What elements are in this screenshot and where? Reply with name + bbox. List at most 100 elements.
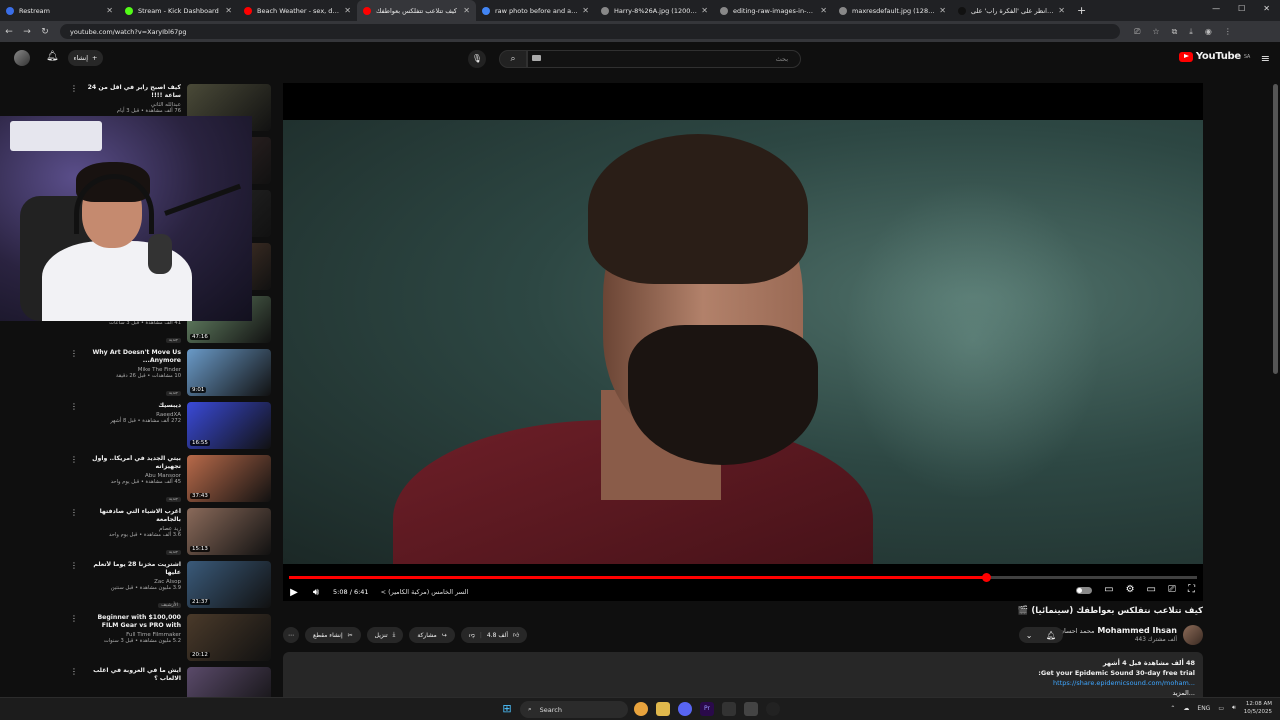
like-count[interactable]: 4.8 ألف xyxy=(487,632,508,639)
browser-tab[interactable]: editing-raw-images-in-dpp-1-1 ✕ xyxy=(714,0,833,21)
app-icon[interactable] xyxy=(722,702,736,716)
create-button[interactable]: إنشاء + xyxy=(68,50,103,66)
guide-menu-icon[interactable]: ≡ xyxy=(1261,52,1270,65)
browser-tab[interactable]: Stream - Kick Dashboard ✕ xyxy=(119,0,238,21)
clock[interactable]: 12:08 AM 10/5/2025 xyxy=(1244,700,1272,716)
progress-scrubber[interactable] xyxy=(982,573,992,582)
page-scrollbar[interactable] xyxy=(1273,84,1278,374)
reload-icon[interactable]: ↻ xyxy=(36,27,54,37)
chevron-up-icon[interactable]: ⌃ xyxy=(1170,705,1175,712)
progress-bar[interactable] xyxy=(289,573,1197,582)
video-thumbnail[interactable]: 16:55 xyxy=(187,402,271,449)
new-tab-icon[interactable]: + xyxy=(1071,4,1092,17)
more-options-icon[interactable]: ⋮ xyxy=(70,349,78,358)
fullscreen-icon[interactable]: ⛶ xyxy=(1188,584,1195,595)
share-button[interactable]: مشاركة ↪ xyxy=(409,627,455,643)
video-title[interactable]: اشتريت مخزناً 28 يوماً لأتعلم عليها xyxy=(81,561,181,577)
chapter-title[interactable]: < السر الخامس (مركبة الكامير) xyxy=(381,588,469,596)
cast-icon[interactable]: ⎚ xyxy=(1168,584,1176,595)
more-options-icon[interactable]: ⋮ xyxy=(70,561,78,570)
volume-icon[interactable]: 🔊︎ xyxy=(305,587,327,598)
video-title[interactable]: ديبسيك xyxy=(81,402,181,410)
close-tab-icon[interactable]: ✕ xyxy=(820,6,827,15)
settings-gear-icon[interactable]: ⚙ xyxy=(1126,584,1135,595)
video-title[interactable]: كيف اصبح رابر في اقل من 24 ساعة !!!! xyxy=(81,84,181,100)
download-icon[interactable]: ⤓ xyxy=(1189,27,1193,37)
video-title[interactable]: Why Art Doesn't Move Us Anymore... xyxy=(81,349,181,365)
browser-tab[interactable]: raw photo before and after - G ✕ xyxy=(476,0,595,21)
language-indicator[interactable]: ENG xyxy=(1197,705,1210,712)
back-icon[interactable]: ← xyxy=(0,27,18,37)
browser-tab[interactable]: كيف تتلاعب تتفلكس بعواطفك ✕ xyxy=(357,0,476,21)
close-tab-icon[interactable]: ✕ xyxy=(344,6,351,15)
browser-tab[interactable]: Harry-8%26A.jpg (1200×630) ✕ xyxy=(595,0,714,21)
subscribed-button[interactable]: ⌄ 🔔︎ xyxy=(1019,627,1063,643)
avatar[interactable] xyxy=(14,50,30,66)
video-title[interactable]: بيتي الجديد في أمريكا.. وأول تجهيزاته xyxy=(81,455,181,471)
browser-tab[interactable]: Restream ✕ xyxy=(0,0,119,21)
discord-icon[interactable] xyxy=(678,702,692,716)
voice-search-icon[interactable]: 🎙︎ xyxy=(468,50,486,68)
close-tab-icon[interactable]: ✕ xyxy=(106,6,113,15)
browser-tab[interactable]: Beach Weather - sex, drugs, etc ✕ xyxy=(238,0,357,21)
file-explorer-icon[interactable] xyxy=(656,702,670,716)
dislike-icon[interactable]: 👎︎ xyxy=(469,631,475,639)
url-input[interactable]: youtube.com/watch?v=XaryIbl67pg xyxy=(60,24,1120,39)
recommendation-item[interactable]: 16:55 ديبسيك RaeedXA 272 ألف مشاهدة • قبل 8… xyxy=(70,400,273,452)
forward-icon[interactable]: → xyxy=(18,27,36,37)
more-actions-button[interactable]: ⋯ xyxy=(283,627,299,643)
notifications-bell-icon[interactable]: 🔔︎ xyxy=(46,51,59,62)
search-input[interactable]: بحث xyxy=(527,50,801,68)
channel-name[interactable]: محمد احسان Mohammed Ihsan xyxy=(1059,626,1177,635)
captions-icon[interactable]: ▭ xyxy=(1104,584,1113,595)
profile-icon[interactable]: ◉ xyxy=(1205,27,1212,37)
more-options-icon[interactable]: ⋮ xyxy=(70,508,78,517)
video-thumbnail[interactable]: 37:43 xyxy=(187,455,271,502)
premiere-icon[interactable]: Pr xyxy=(700,702,714,716)
play-icon[interactable]: ▶ xyxy=(283,587,305,598)
theater-mode-icon[interactable]: ▭ xyxy=(1147,584,1156,595)
clip-button[interactable]: إنشاء مقطع ✂ xyxy=(305,627,361,643)
recommendation-item[interactable]: 20:12 Beginner with $100,000 FILM Gear vs… xyxy=(70,612,273,664)
video-thumbnail[interactable]: 21:37 xyxy=(187,561,271,608)
recommendation-item[interactable]: 9:01 Why Art Doesn't Move Us Anymore... Mi… xyxy=(70,347,273,399)
autoplay-toggle[interactable] xyxy=(1076,587,1093,594)
close-tab-icon[interactable]: ✕ xyxy=(225,6,232,15)
network-icon[interactable]: ▭ xyxy=(1218,705,1224,712)
keyboard-icon[interactable] xyxy=(532,55,541,61)
video-title[interactable]: Beginner with $100,000 FILM Gear vs PRO … xyxy=(81,614,181,630)
cast-icon[interactable]: ⎚ xyxy=(1134,27,1140,37)
obs-icon[interactable] xyxy=(766,702,780,716)
recommendation-item[interactable]: 15:13 أغرب الاشياء التي صادفتها بالجامعة ز… xyxy=(70,506,273,558)
more-options-icon[interactable]: ⋮ xyxy=(70,402,78,411)
description-link[interactable]: https://share.epidemicsound.com/moham... xyxy=(291,678,1195,688)
chrome-icon[interactable] xyxy=(634,702,648,716)
more-options-icon[interactable]: ⋮ xyxy=(70,614,78,623)
notepad-icon[interactable] xyxy=(744,702,758,716)
browser-tab[interactable]: انظر على 'الفكرة راب' على TikTok ✕ xyxy=(952,0,1071,21)
windows-start-icon[interactable]: ⊞ xyxy=(500,702,514,716)
video-player[interactable]: ▶ 🔊︎ 5:08 / 6:41 < السر الخامس (مركبة ال… xyxy=(283,83,1203,601)
maximize-icon[interactable]: ☐ xyxy=(1238,4,1245,13)
close-tab-icon[interactable]: ✕ xyxy=(701,6,708,15)
channel-avatar[interactable] xyxy=(1183,625,1203,645)
browser-tab[interactable]: maxresdefault.jpg (1280×720) ✕ xyxy=(833,0,952,21)
video-thumbnail[interactable]: 15:13 xyxy=(187,508,271,555)
video-thumbnail[interactable]: 9:01 xyxy=(187,349,271,396)
browser-menu-icon[interactable]: ⋮ xyxy=(1224,27,1232,37)
onedrive-icon[interactable]: ☁ xyxy=(1183,705,1189,712)
search-icon[interactable]: ⌕ xyxy=(499,50,527,68)
close-tab-icon[interactable]: ✕ xyxy=(463,6,470,15)
close-tab-icon[interactable]: ✕ xyxy=(939,6,946,15)
extension-icon[interactable]: ⧉ xyxy=(1172,27,1178,37)
youtube-logo[interactable]: YouTube SA xyxy=(1178,51,1250,62)
speaker-icon[interactable]: 🔊︎ xyxy=(1232,704,1236,712)
recommendation-item[interactable]: 37:43 بيتي الجديد في أمريكا.. وأول تجهيزا… xyxy=(70,453,273,505)
like-icon[interactable]: 👍︎ xyxy=(513,631,519,639)
taskbar-search[interactable]: ⌕ Search xyxy=(520,701,628,718)
more-options-icon[interactable]: ⋮ xyxy=(70,455,78,464)
recommendation-item[interactable]: 21:37 اشتريت مخزناً 28 يوماً لأتعلم عليها… xyxy=(70,559,273,611)
video-title[interactable]: ايش ما في العروبة في اغلب الالعاب ؟ xyxy=(81,667,181,683)
more-options-icon[interactable]: ⋮ xyxy=(70,84,78,93)
video-thumbnail[interactable]: 20:12 xyxy=(187,614,271,661)
